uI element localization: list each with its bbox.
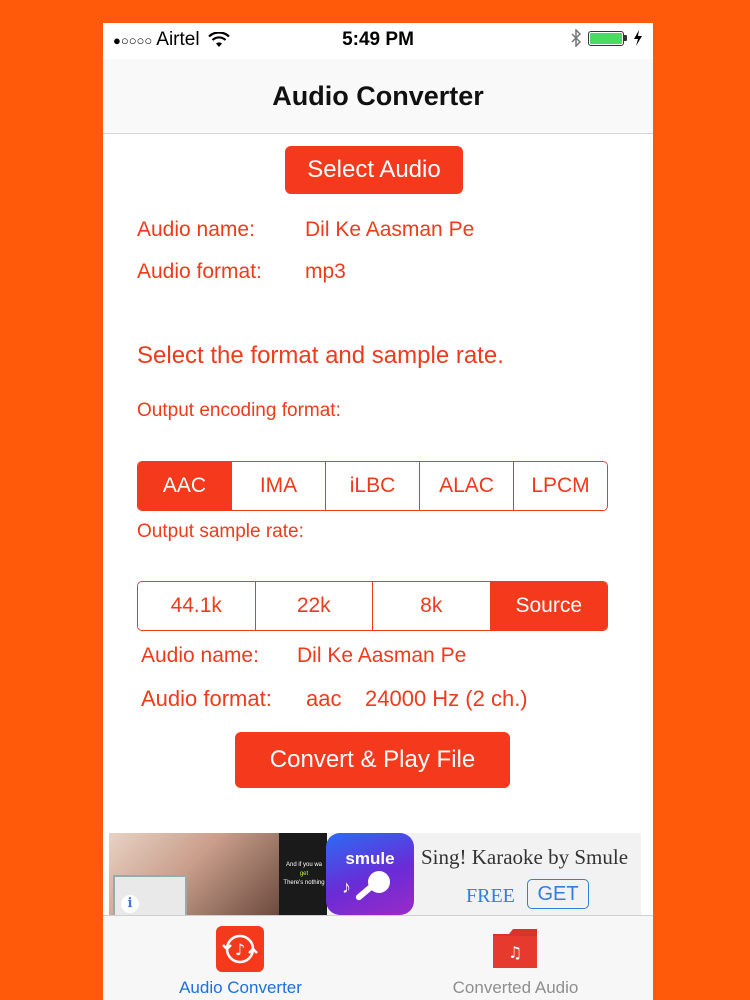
encoding-option-alac[interactable]: ALAC [419,462,513,510]
output-rate-value: 24000 Hz (2 ch.) [365,686,528,711]
tab-label: Converted Audio [452,978,579,997]
page-title: Audio Converter [272,81,484,111]
source-format-label: Audio format: [137,260,262,283]
encoding-option-ilbc[interactable]: iLBC [325,462,419,510]
output-format-value: aac [306,686,342,711]
source-name-value: Dil Ke Aasman Pe [305,218,475,241]
ad-price: FREE [466,885,515,907]
tab-bar: ♪ Audio Converter ♫ Converted Audio [103,915,653,1000]
encoding-option-aac[interactable]: AAC [138,462,231,510]
instruction-text: Select the format and sample rate. [137,342,504,369]
ad-lyric-line: And if you wa [285,862,323,868]
phone-screen: ●○○○○ Airtel 5:49 PM Audio Converter Sel… [103,23,653,1000]
encoding-segmented-control: AAC IMA iLBC ALAC LPCM [137,461,608,511]
convert-icon: ♪ [216,926,264,972]
convert-play-button[interactable]: Convert & Play File [235,732,510,788]
sample-rate-label: Output sample rate: [137,521,304,542]
svg-text:♫: ♫ [508,943,522,962]
ad-video-thumbnail[interactable]: And if you wa get There's nothing i [109,833,327,915]
bluetooth-icon [571,29,582,47]
status-bar: ●○○○○ Airtel 5:49 PM [103,23,653,59]
encoding-option-lpcm[interactable]: LPCM [513,462,607,510]
ad-title: Sing! Karaoke by Smule [421,845,629,869]
tab-label: Audio Converter [179,978,302,997]
output-name-label: Audio name: [141,644,259,667]
microphone-handle [354,882,376,902]
status-right [570,29,643,47]
sample-rate-segmented-control: 44.1k 22k 8k Source [137,581,608,631]
output-format-label: Audio format: [141,686,272,711]
svg-text:♪: ♪ [235,940,245,959]
source-format-value: mp3 [305,260,346,283]
output-name-value: Dil Ke Aasman Pe [297,644,467,667]
info-icon[interactable]: i [121,895,139,913]
sample-rate-option-44k[interactable]: 44.1k [138,582,255,630]
ad-lyric: And if you wa get There's nothing [281,861,327,888]
source-name-label: Audio name: [137,218,255,241]
ad-lyric-line: There's nothing [283,880,325,886]
sample-rate-option-22k[interactable]: 22k [254,582,372,630]
battery-icon [588,30,627,46]
select-audio-button[interactable]: Select Audio [285,146,463,194]
music-folder-icon: ♫ [493,929,537,968]
music-note-icon: ♪ [342,877,351,897]
tab-audio-converter[interactable]: ♪ Audio Converter [103,916,378,1000]
tab-converted-audio[interactable]: ♫ Converted Audio [378,916,653,1000]
sample-rate-option-source[interactable]: Source [489,582,607,630]
navigation-bar: Audio Converter [103,59,653,134]
sample-rate-option-8k[interactable]: 8k [372,582,490,630]
encoding-option-ima[interactable]: IMA [231,462,325,510]
ad-get-button[interactable]: GET [527,879,589,909]
smule-app-icon[interactable]: smule ♪ [326,833,414,915]
encoding-label: Output encoding format: [137,400,341,421]
charging-icon [634,30,642,46]
ad-lyric-line: get [299,871,309,877]
ad-banner[interactable]: And if you wa get There's nothing i smul… [109,833,641,915]
app-icon-name: smule [345,849,395,868]
